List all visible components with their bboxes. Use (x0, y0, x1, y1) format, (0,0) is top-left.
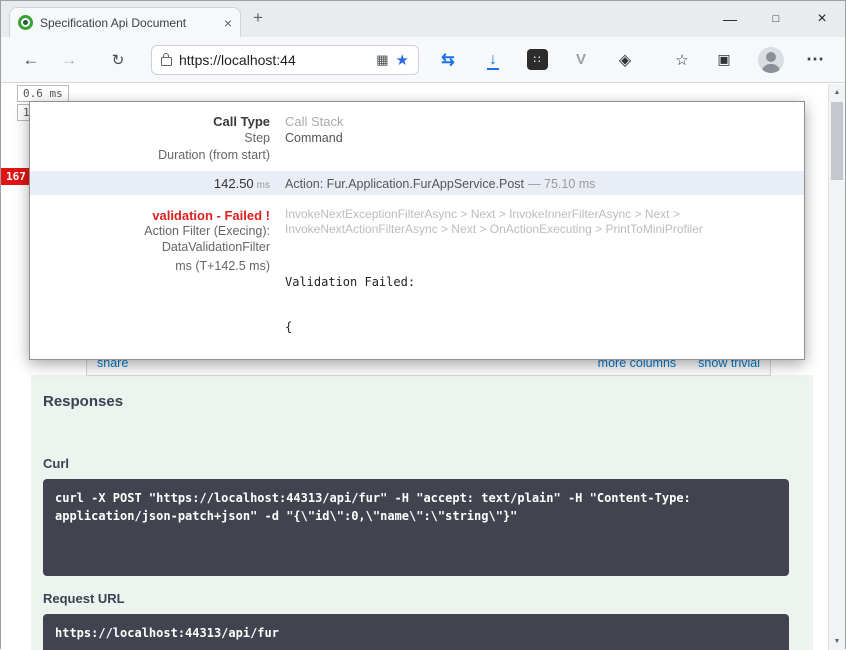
request-url-text: https://localhost:44313/api/fur (55, 626, 279, 640)
call-stack-text: InvokeNextExceptionFilterAsync > Next > … (285, 207, 784, 237)
page-content: 0.6 ms 142.5 ms 167 share more columns s… (1, 84, 845, 650)
curl-command-text: curl -X POST "https://localhost:44313/ap… (55, 491, 691, 523)
responses-heading: Responses (43, 393, 123, 410)
new-tab-button[interactable]: + (253, 8, 263, 28)
maximize-button[interactable]: □ (753, 1, 799, 37)
profiler-step-row: validation - Failed ! Action Filter (Exe… (30, 207, 804, 360)
step-time-label: ms (T+142.5 ms) (30, 259, 270, 275)
action-filter-label: Action Filter (Execing): (30, 224, 270, 240)
avatar-body-icon (762, 64, 780, 73)
scroll-down-button[interactable]: ▼ (829, 633, 845, 650)
call-stack-label: Call Stack (285, 113, 784, 130)
profiler-total-badge[interactable]: 167 (1, 168, 31, 185)
address-bar[interactable]: https://localhost:44 ▦ ★ (151, 45, 419, 75)
vertical-scrollbar[interactable]: ▲ ▼ (828, 84, 845, 650)
favorites-bar-icon[interactable]: ☆ (667, 51, 697, 69)
step-right-column: InvokeNextExceptionFilterAsync > Next > … (285, 207, 804, 360)
refresh-button[interactable]: ↻ (103, 51, 133, 69)
scroll-up-button[interactable]: ▲ (829, 84, 845, 101)
call-type-label: Call Type (30, 113, 270, 130)
sniffer-glyph-icon: ∷ (527, 49, 548, 70)
window-controls: — □ × (707, 1, 845, 37)
profile-avatar[interactable] (758, 47, 784, 73)
duration-value: 142.50 (214, 176, 254, 191)
forward-button[interactable]: → (54, 50, 84, 70)
browser-toolbar: ← → ↻ https://localhost:44 ▦ ★ ⇆ ↓ ∷ V ◈… (1, 37, 845, 83)
action-duration-suffix: — 75.10 ms (528, 177, 595, 191)
curl-label: Curl (43, 456, 69, 471)
collections-icon[interactable]: ▣ (709, 51, 739, 68)
tab-close-icon[interactable]: × (224, 15, 232, 31)
action-text: Action: Fur.Application.FurAppService.Po… (285, 177, 524, 191)
profiler-detail-popup: Call Type Step Duration (from start) Cal… (29, 101, 805, 360)
v-extension-icon[interactable]: V (566, 51, 596, 68)
url-text: https://localhost:44 (179, 52, 369, 68)
avatar-head-icon (766, 52, 776, 62)
validation-failed-label: validation - Failed ! (30, 207, 270, 224)
command-label: Command (285, 130, 784, 147)
validation-output-block: Validation Failed: { "Name": [ "The Valu… (285, 245, 784, 360)
code-line: { (285, 320, 784, 335)
profiler-action-row[interactable]: 142.50ms Action: Fur.Application.FurAppS… (30, 171, 804, 195)
download-arrow-icon: ↓ (487, 51, 499, 70)
layers-extension-icon[interactable]: ◈ (610, 50, 640, 70)
request-url-label: Request URL (43, 591, 125, 606)
minimize-button[interactable]: — (707, 1, 753, 37)
step-label: Step (30, 130, 270, 147)
lock-icon (161, 57, 172, 66)
settings-menu-icon[interactable]: ⋯ (802, 49, 828, 70)
favicon-icon (18, 15, 33, 30)
curl-command-block: curl -X POST "https://localhost:44313/ap… (43, 479, 789, 576)
request-url-block: https://localhost:44313/api/fur (43, 614, 789, 650)
title-bar: Specification Api Document × + — □ × (1, 1, 845, 37)
action-description: Action: Fur.Application.FurAppService.Po… (285, 176, 804, 191)
duration-unit: ms (257, 180, 270, 191)
data-validation-filter-label: DataValidationFilter (30, 240, 270, 256)
download-extension-icon[interactable]: ↓ (478, 51, 508, 69)
browser-tab[interactable]: Specification Api Document × (9, 7, 241, 37)
code-line: Validation Failed: (285, 275, 784, 290)
scrollbar-thumb[interactable] (831, 102, 843, 180)
duration-label: Duration (from start) (30, 147, 270, 164)
favorite-star-icon[interactable]: ★ (396, 51, 409, 69)
step-left-column: validation - Failed ! Action Filter (Exe… (30, 207, 285, 360)
profiler-result-chip[interactable]: 0.6 ms (17, 85, 69, 102)
sync-extension-icon[interactable]: ⇆ (433, 50, 463, 70)
header-right-column: Call Stack Command (285, 113, 804, 164)
qr-code-icon[interactable]: ▦ (376, 52, 388, 68)
tab-title: Specification Api Document (40, 16, 217, 30)
action-duration: 142.50ms (30, 176, 285, 191)
back-button[interactable]: ← (16, 50, 46, 70)
profiler-popup-header: Call Type Step Duration (from start) Cal… (30, 102, 804, 164)
header-left-column: Call Type Step Duration (from start) (30, 113, 285, 164)
sniffer-extension-icon[interactable]: ∷ (522, 49, 552, 70)
close-window-button[interactable]: × (799, 1, 845, 37)
